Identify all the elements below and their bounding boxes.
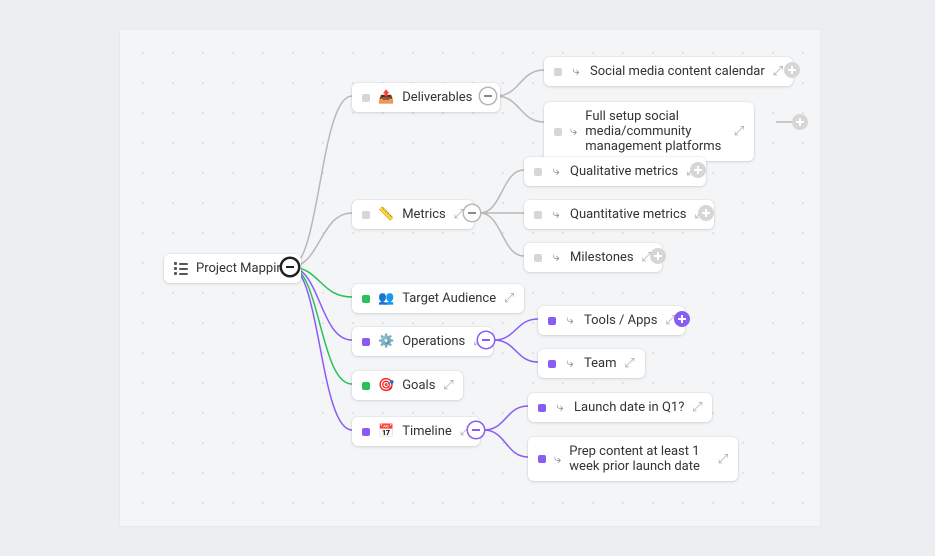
- bullet-icon: [534, 168, 542, 176]
- bullet-icon: [362, 94, 370, 102]
- node-label: Social media content calendar: [590, 64, 765, 79]
- subtask-icon: ⤷: [554, 402, 566, 414]
- expand-arrows-icon[interactable]: ⤢: [734, 127, 744, 137]
- expand-arrows-icon[interactable]: ⤢: [454, 210, 464, 220]
- collapse-joint-icon[interactable]: [478, 332, 494, 348]
- bullet-icon: [534, 211, 542, 219]
- node-metrics[interactable]: 📏 Metrics ⤢: [352, 200, 474, 229]
- subtask-icon: ⤷: [570, 126, 577, 138]
- collapse-joint-icon[interactable]: [464, 205, 480, 221]
- subtask-icon: ⤷: [550, 209, 562, 221]
- node-deliverables[interactable]: 📤 Deliverables ⤢: [352, 83, 500, 112]
- goals-emoji-icon: 🎯: [378, 378, 394, 393]
- expand-arrows-icon[interactable]: ⤢: [625, 359, 635, 369]
- node-label: Qualitative metrics: [570, 164, 678, 179]
- node-metrics-child[interactable]: ⤷ Quantitative metrics ⤢: [524, 200, 714, 229]
- bullet-icon: [534, 254, 542, 262]
- add-child-button[interactable]: [784, 62, 800, 78]
- bullet-icon: [362, 428, 370, 436]
- node-label: Goals: [402, 378, 435, 393]
- add-child-button[interactable]: [698, 205, 714, 221]
- node-label: Metrics: [402, 207, 446, 222]
- expand-arrows-icon[interactable]: ⤢: [692, 403, 702, 413]
- bullet-icon: [362, 295, 370, 303]
- expand-arrows-icon[interactable]: ⤢: [504, 294, 514, 304]
- subtask-icon: ⤷: [564, 315, 576, 327]
- node-label: Operations: [402, 334, 465, 349]
- bullet-icon: [554, 128, 562, 136]
- bullet-icon: [538, 455, 546, 463]
- operations-emoji-icon: ⚙️: [378, 334, 394, 349]
- node-metrics-child[interactable]: ⤷ Qualitative metrics ⤢: [524, 157, 706, 186]
- bullet-icon: [362, 338, 370, 346]
- node-label: Milestones: [570, 250, 634, 265]
- mindmap-canvas[interactable]: Project Mapping 📤 Deliverables ⤢ ⤷ Socia…: [120, 30, 820, 526]
- node-label: Team: [584, 356, 617, 371]
- bullet-icon: [538, 404, 546, 412]
- bullet-icon: [548, 317, 556, 325]
- expand-arrows-icon[interactable]: ⤢: [773, 67, 783, 77]
- subtask-icon: ⤷: [570, 66, 582, 78]
- timeline-emoji-icon: 📅: [378, 424, 394, 439]
- node-label: Launch date in Q1?: [574, 400, 684, 415]
- node-label: Target Audience: [402, 291, 496, 306]
- add-child-button[interactable]: [650, 248, 666, 264]
- collapse-joint-icon[interactable]: [468, 422, 484, 438]
- node-target-audience[interactable]: 👥 Target Audience ⤢: [352, 284, 524, 313]
- subtask-icon: ⤷: [554, 453, 561, 465]
- node-deliverables-child[interactable]: ⤷ Social media content calendar ⤢: [544, 57, 793, 86]
- deliverables-emoji-icon: 📤: [378, 90, 394, 105]
- bullet-icon: [362, 382, 370, 390]
- bullet-icon: [548, 360, 556, 368]
- node-label: Deliverables: [402, 90, 472, 105]
- audience-emoji-icon: 👥: [378, 291, 394, 306]
- add-child-button[interactable]: [792, 114, 808, 130]
- bullet-icon: [362, 211, 370, 219]
- node-metrics-child[interactable]: ⤷ Milestones ⤢: [524, 243, 662, 272]
- subtask-icon: ⤷: [564, 358, 576, 370]
- node-label: Quantitative metrics: [570, 207, 686, 222]
- node-label: Full setup social media/community manage…: [585, 109, 726, 154]
- node-goals[interactable]: 🎯 Goals ⤢: [352, 371, 463, 400]
- collapse-root-icon[interactable]: [282, 259, 298, 275]
- list-icon: [174, 262, 188, 275]
- expand-arrows-icon[interactable]: ⤢: [718, 454, 728, 464]
- bullet-icon: [554, 68, 562, 76]
- subtask-icon: ⤷: [550, 166, 562, 178]
- add-child-button[interactable]: [690, 162, 706, 178]
- node-timeline-child[interactable]: ⤷ Prep content at least 1 week prior lau…: [528, 437, 738, 481]
- node-operations-child[interactable]: ⤷ Team ⤢: [538, 349, 645, 378]
- node-timeline-child[interactable]: ⤷ Launch date in Q1? ⤢: [528, 393, 712, 422]
- expand-arrows-icon[interactable]: ⤢: [443, 381, 453, 391]
- subtask-icon: ⤷: [550, 252, 562, 264]
- node-timeline[interactable]: 📅 Timeline ⤢: [352, 417, 480, 446]
- node-label: Tools / Apps: [584, 313, 657, 328]
- node-label: Prep content at least 1 week prior launc…: [569, 444, 710, 474]
- node-label: Timeline: [402, 424, 452, 439]
- collapse-joint-icon[interactable]: [480, 88, 496, 104]
- metrics-emoji-icon: 📏: [378, 207, 394, 222]
- node-operations[interactable]: ⚙️ Operations ⤢: [352, 327, 493, 356]
- node-operations-child[interactable]: ⤷ Tools / Apps ⤢: [538, 306, 685, 335]
- node-deliverables-child[interactable]: ⤷ Full setup social media/community mana…: [544, 102, 754, 161]
- add-child-button[interactable]: [674, 311, 690, 327]
- node-label: Project Mapping: [196, 261, 291, 276]
- node-root[interactable]: Project Mapping: [164, 254, 301, 283]
